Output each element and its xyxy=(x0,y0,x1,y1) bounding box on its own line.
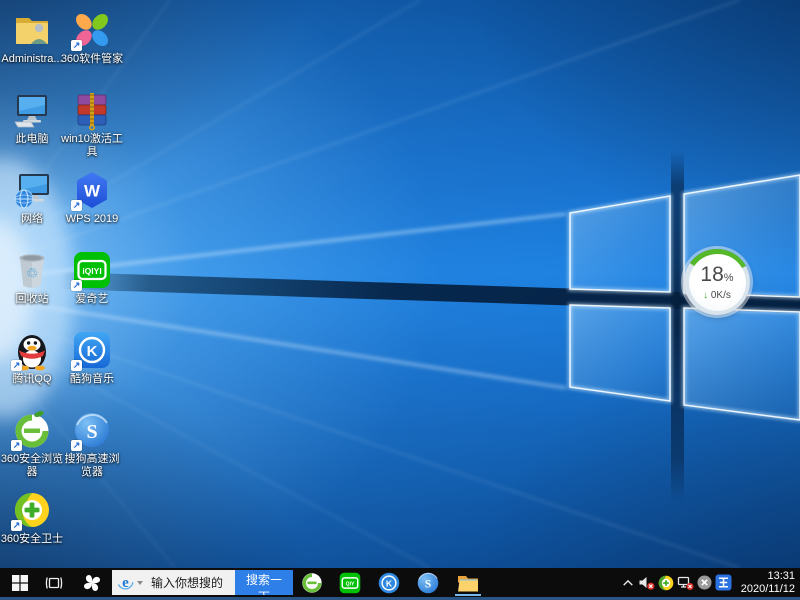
chevron-up-icon xyxy=(622,577,634,589)
360-browser-pinned-button[interactable] xyxy=(76,568,108,597)
desktop-icon-360-browser[interactable]: ↗ 360安全浏览器 xyxy=(0,409,64,479)
tray-ime-indicator[interactable] xyxy=(714,568,732,597)
desktop-icon-iqiyi[interactable]: iQIYI ↗ 爱奇艺 xyxy=(60,249,124,306)
user-folder-icon xyxy=(11,9,53,51)
shortcut-arrow-icon: ↗ xyxy=(71,360,82,371)
pinwheel-browser-icon xyxy=(82,573,102,593)
tray-360-security[interactable] xyxy=(657,568,675,597)
desktop-icon-this-pc[interactable]: 此电脑 xyxy=(0,89,64,146)
winrar-archive-icon xyxy=(71,89,113,131)
clock-time: 13:31 xyxy=(741,570,795,583)
kugou-music-icon: K xyxy=(377,571,401,595)
shortcut-arrow-icon: ↗ xyxy=(71,200,82,211)
desktop-icon-kugou-music[interactable]: K ↗ 酷狗音乐 xyxy=(60,329,124,386)
gray-circle-x-icon xyxy=(697,575,712,590)
svg-text:S: S xyxy=(425,578,431,590)
desktop-icon-360-safeguard[interactable]: ↗ 360安全卫士 xyxy=(0,489,64,546)
tray-hidden-icons-chevron[interactable] xyxy=(619,568,637,597)
desktop-icon-recycle-bin[interactable]: ♲ 回收站 xyxy=(0,249,64,306)
search-input[interactable] xyxy=(149,575,235,591)
shortcut-arrow-icon: ↗ xyxy=(11,440,22,451)
task-view-icon xyxy=(45,575,63,591)
download-progress-inner: 18% ↓ 0K/s xyxy=(689,254,746,311)
desktop-icon-win10-activator[interactable]: win10激活工具 xyxy=(60,89,124,159)
taskbar: e 搜索一下 QIY xyxy=(0,568,800,600)
desktop-icon-label: 此电脑 xyxy=(0,133,64,146)
svg-text:W: W xyxy=(84,182,101,201)
desktop-icon-wps-2019[interactable]: W ↗ WPS 2019 xyxy=(60,169,124,226)
search-button[interactable]: 搜索一下 xyxy=(235,570,293,595)
svg-text:iQIYI: iQIYI xyxy=(82,266,101,276)
windows-logo-icon xyxy=(12,575,28,591)
360-security-tray-icon xyxy=(658,575,674,591)
this-pc-icon xyxy=(11,89,53,131)
desktop-icon-label: 网络 xyxy=(0,213,64,226)
clock-date: 2020/11/12 xyxy=(741,583,795,596)
shortcut-arrow-icon: ↗ xyxy=(11,360,22,371)
desktop-icon-tencent-qq[interactable]: ↗ 腾讯QQ xyxy=(0,329,64,386)
desktop-icon-administrator[interactable]: Administra... xyxy=(0,9,64,66)
svg-text:QIY: QIY xyxy=(346,581,355,587)
taskbar-app-file-explorer[interactable] xyxy=(452,568,484,597)
svg-text:K: K xyxy=(386,578,393,588)
desktop-icon-label: 腾讯QQ xyxy=(0,373,64,386)
taskbar-app-sogou[interactable]: S xyxy=(412,568,444,597)
speaker-muted-icon xyxy=(638,575,655,591)
shortcut-arrow-icon: ↗ xyxy=(71,440,82,451)
iqiyi-icon: QIY xyxy=(338,571,362,595)
chevron-down-icon[interactable] xyxy=(137,581,143,585)
desktop-icon-label: 360安全卫士 xyxy=(0,533,64,546)
desktop-icon-sogou-browser[interactable]: S ↗ 搜狗高速浏览器 xyxy=(60,409,124,479)
sogou-browser-icon: S xyxy=(416,571,440,595)
taskbar-search: e 搜索一下 xyxy=(112,570,293,595)
download-speed: ↓ 0K/s xyxy=(703,290,731,301)
taskbar-clock[interactable]: 13:31 2020/11/12 xyxy=(741,570,795,596)
desktop-icon-label: Administra... xyxy=(0,53,64,66)
recycle-bin-icon: ♲ xyxy=(11,249,53,291)
desktop-icon-label: win10激活工具 xyxy=(60,133,124,159)
file-explorer-icon xyxy=(456,572,480,594)
desktop-icon-label: 360安全浏览器 xyxy=(0,453,64,479)
desktop: Administra... 此电脑 网络 xyxy=(0,0,800,600)
taskbar-app-iqiyi[interactable]: QIY xyxy=(334,568,366,597)
network-icon xyxy=(11,169,53,211)
shortcut-arrow-icon: ↗ xyxy=(71,280,82,291)
360-browser-icon xyxy=(300,571,324,595)
tray-volume-muted[interactable] xyxy=(637,568,655,597)
desktop-icon-360-software-manager[interactable]: ↗ 360软件管家 xyxy=(60,9,124,66)
task-view-button[interactable] xyxy=(38,568,70,597)
desktop-icon-label: 搜狗高速浏览器 xyxy=(60,453,124,479)
ime-wang-icon xyxy=(715,574,732,591)
svg-text:K: K xyxy=(87,343,98,360)
tray-status-offline[interactable] xyxy=(695,568,713,597)
desktop-icon-label: WPS 2019 xyxy=(60,213,124,226)
svg-text:♲: ♲ xyxy=(26,266,39,282)
taskbar-app-kugou[interactable]: K xyxy=(373,568,405,597)
taskbar-app-360-browser[interactable] xyxy=(296,568,328,597)
download-arrow-icon: ↓ xyxy=(703,290,708,301)
desktop-icon-label: 酷狗音乐 xyxy=(60,373,124,386)
network-disconnected-icon xyxy=(677,575,694,591)
shortcut-arrow-icon: ↗ xyxy=(71,40,82,51)
download-percent: 18% xyxy=(700,264,733,289)
start-button[interactable] xyxy=(4,568,36,597)
desktop-icon-network[interactable]: 网络 xyxy=(0,169,64,226)
shortcut-arrow-icon: ↗ xyxy=(11,520,22,531)
tray-network-disconnected[interactable] xyxy=(676,568,694,597)
browser-e-icon[interactable]: e xyxy=(117,574,134,591)
desktop-icon-label: 360软件管家 xyxy=(60,53,124,66)
desktop-icon-label: 爱奇艺 xyxy=(60,293,124,306)
download-progress-badge[interactable]: 18% ↓ 0K/s xyxy=(684,249,750,315)
desktop-icon-label: 回收站 xyxy=(0,293,64,306)
svg-text:S: S xyxy=(86,421,97,443)
